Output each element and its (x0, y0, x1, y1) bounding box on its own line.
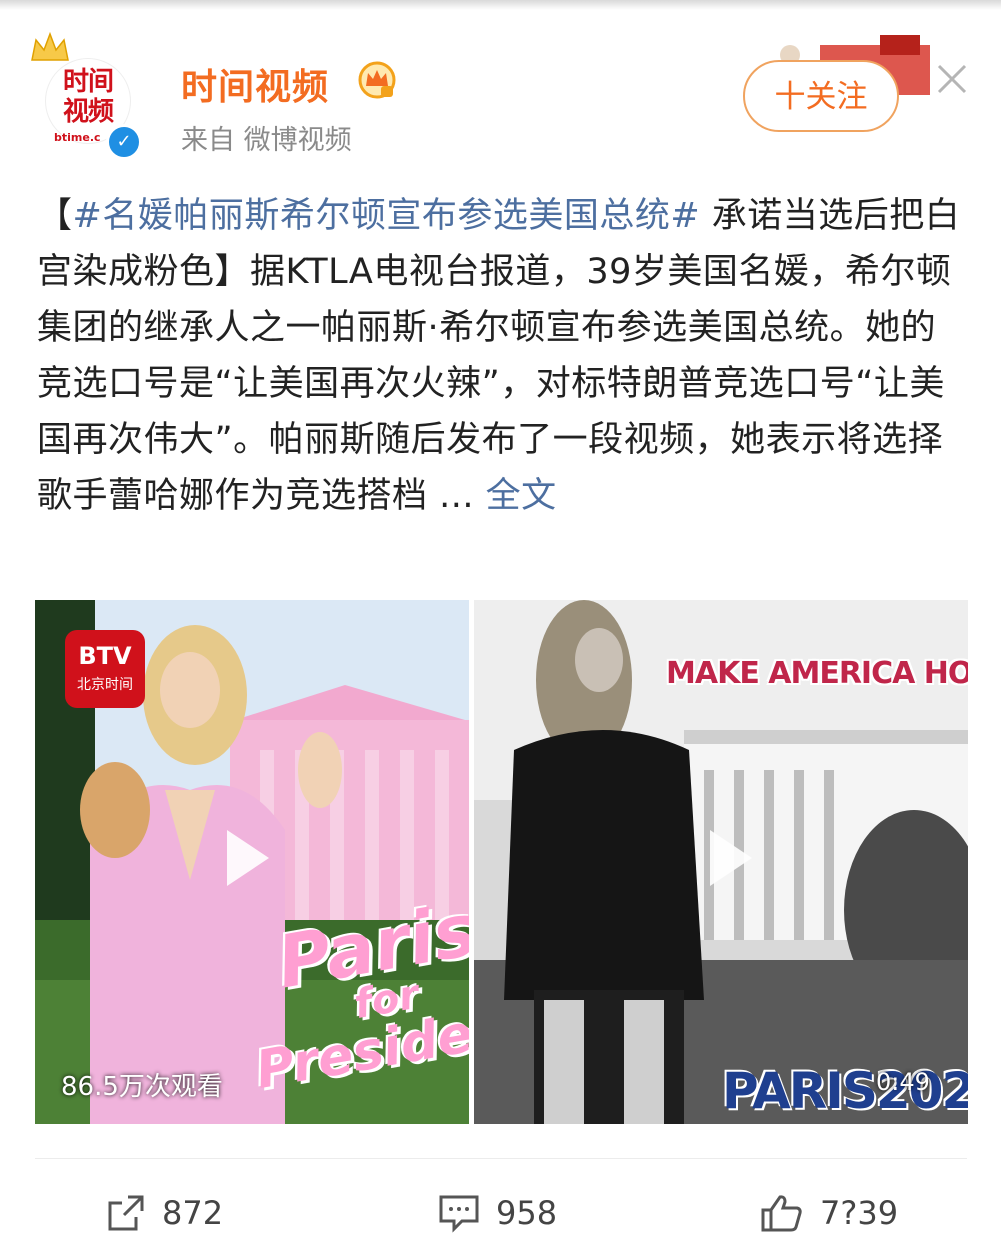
status-shadow (0, 0, 1001, 10)
play-icon[interactable] (225, 828, 271, 888)
like-button[interactable]: 7?39 (760, 1188, 898, 1238)
full-text-link[interactable]: 全文 (486, 476, 557, 516)
video-thumbnail-left[interactable]: BTV 北京时间 Paris for President 86.5万次观看 (35, 600, 469, 1124)
share-count: 872 (162, 1194, 224, 1232)
btv-badge: BTV (78, 642, 132, 670)
avatar-logo-line1: 时间 (62, 67, 114, 97)
btv-logo: BTV 北京时间 (65, 630, 145, 708)
avatar-domain: btime.c (54, 131, 101, 144)
post-open-bracket: 【 (37, 196, 73, 236)
video-duration: 0:49 (876, 1068, 930, 1096)
comment-count: 958 (496, 1194, 558, 1232)
vip-icon (358, 61, 396, 99)
make-america-hot-again-banner: MAKE AMERICA HOT AGAIN! (666, 656, 968, 691)
btv-sub: 北京时间 (77, 677, 133, 693)
close-icon[interactable] (935, 62, 969, 96)
video-thumbnail-right[interactable]: MAKE AMERICA HOT AGAIN! PARIS2020 0:49 (474, 600, 968, 1124)
paris2020-footer: PARIS2020 (722, 1062, 968, 1120)
crown-icon (31, 32, 69, 61)
topic-link[interactable]: #名媛帕丽斯希尔顿宣布参选美国总统# (73, 196, 701, 236)
like-icon (761, 1195, 802, 1232)
action-divider (35, 1158, 967, 1159)
share-button[interactable]: 872 (106, 1188, 223, 1238)
post-body: 承诺当选后把白宫染成粉色】据KTLA电视台报道，39岁美国名媛，希尔顿集团的继承… (37, 196, 961, 516)
comment-icon (439, 1195, 479, 1233)
share-icon (108, 1195, 144, 1231)
avatar-logo-line2: 视频 (62, 97, 114, 127)
verified-icon: ✓ (106, 124, 142, 160)
play-icon[interactable] (708, 828, 754, 888)
author-name[interactable]: 时间视频 (181, 58, 329, 110)
post-source: 来自 微博视频 (181, 125, 352, 156)
comment-button[interactable]: 958 (438, 1188, 557, 1238)
post-text: 【#名媛帕丽斯希尔顿宣布参选美国总统# 承诺当选后把白宫染成粉色】据KTLA电视… (37, 188, 967, 524)
avatar-logo: 时间 视频 (56, 67, 120, 127)
follow-button[interactable]: 十关注 (743, 60, 899, 132)
view-count: 86.5万次观看 (61, 1072, 223, 1102)
like-count: 7?39 (820, 1194, 899, 1232)
